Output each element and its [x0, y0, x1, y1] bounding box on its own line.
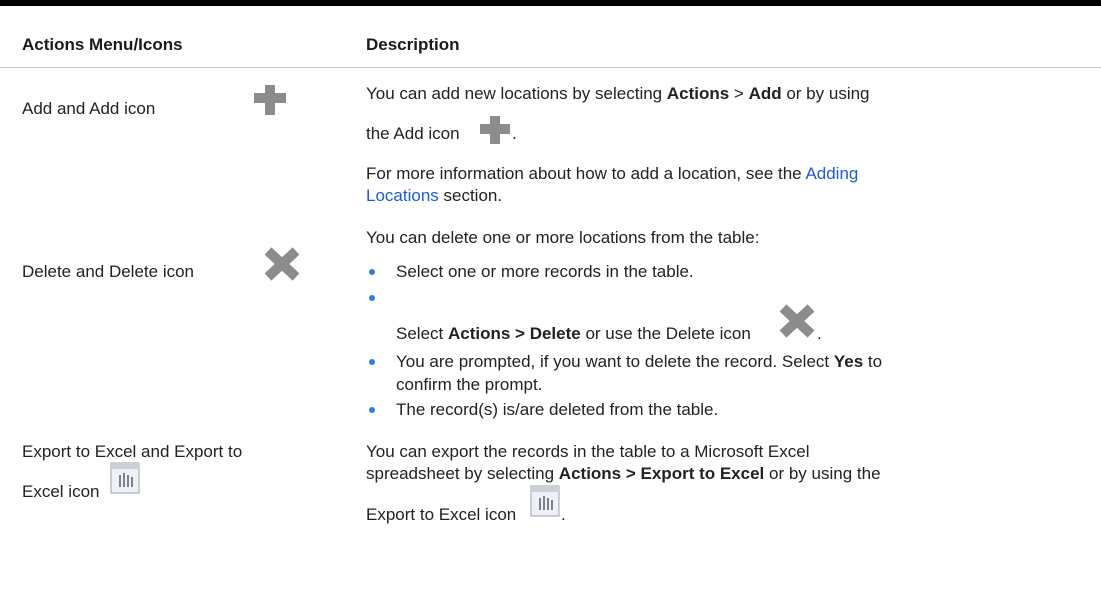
add-description-line2: the Add icon [366, 124, 460, 143]
column-header-description: Description [366, 35, 460, 54]
plus-icon [254, 85, 286, 115]
add-info-line2: Locations section. [366, 186, 503, 205]
export-description-line3: Export to Excel icon [366, 505, 517, 524]
header-divider [0, 67, 1101, 68]
delete-row-label: Delete and Delete icon [22, 262, 195, 281]
bullet [369, 359, 375, 365]
bullet [369, 269, 375, 275]
add-info-line1: For more information about how to add a … [366, 164, 859, 183]
export-row-label-line1: Export to Excel and Export to [22, 442, 243, 461]
spreadsheet-icon [110, 462, 140, 494]
x-icon [779, 304, 815, 338]
delete-step-1: Select one or more records in the table. [396, 262, 694, 281]
bullet [369, 295, 375, 301]
delete-step-2: Select Actions > Delete or use the Delet… [396, 324, 751, 343]
add-description-line1: You can add new locations by selecting A… [366, 84, 870, 103]
column-header-actions: Actions Menu/Icons [22, 35, 183, 54]
plus-icon [480, 116, 510, 144]
delete-step-3-line2: confirm the prompt. [396, 375, 543, 394]
adding-locations-link-cont[interactable]: Locations [366, 186, 439, 205]
delete-step-2-period: . [817, 324, 822, 343]
adding-locations-link[interactable]: Adding [805, 164, 858, 183]
export-description-line1: You can export the records in the table … [366, 442, 810, 461]
bullet [369, 407, 375, 413]
delete-intro: You can delete one or more locations fro… [366, 228, 760, 247]
x-icon [264, 247, 300, 281]
delete-step-4: The record(s) is/are deleted from the ta… [396, 400, 719, 419]
export-row-label-line2: Excel icon [22, 482, 100, 501]
add-description-period: . [512, 124, 517, 143]
spreadsheet-icon [530, 485, 560, 517]
delete-step-3-line1: You are prompted, if you want to delete … [396, 352, 883, 371]
add-row-label: Add and Add icon [22, 99, 156, 118]
export-description-line2: spreadsheet by selecting Actions > Expor… [366, 464, 881, 483]
export-description-period: . [561, 505, 566, 524]
top-border [0, 0, 1101, 6]
